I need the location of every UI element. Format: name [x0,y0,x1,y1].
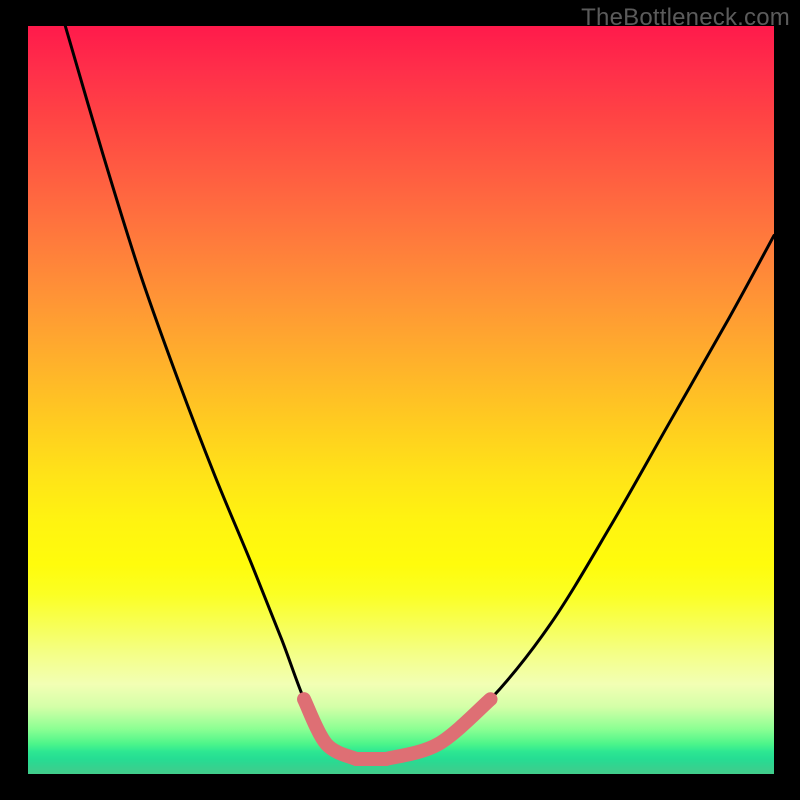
marker-segment-descent [304,699,356,759]
plot-area [28,26,774,774]
bottleneck-curve [65,26,774,761]
curve-layer [65,26,774,761]
bottleneck-curve-svg [28,26,774,774]
watermark-text: TheBottleneck.com [581,4,790,32]
marker-segment-ascent [386,699,490,759]
chart-frame: TheBottleneck.com [0,0,800,800]
